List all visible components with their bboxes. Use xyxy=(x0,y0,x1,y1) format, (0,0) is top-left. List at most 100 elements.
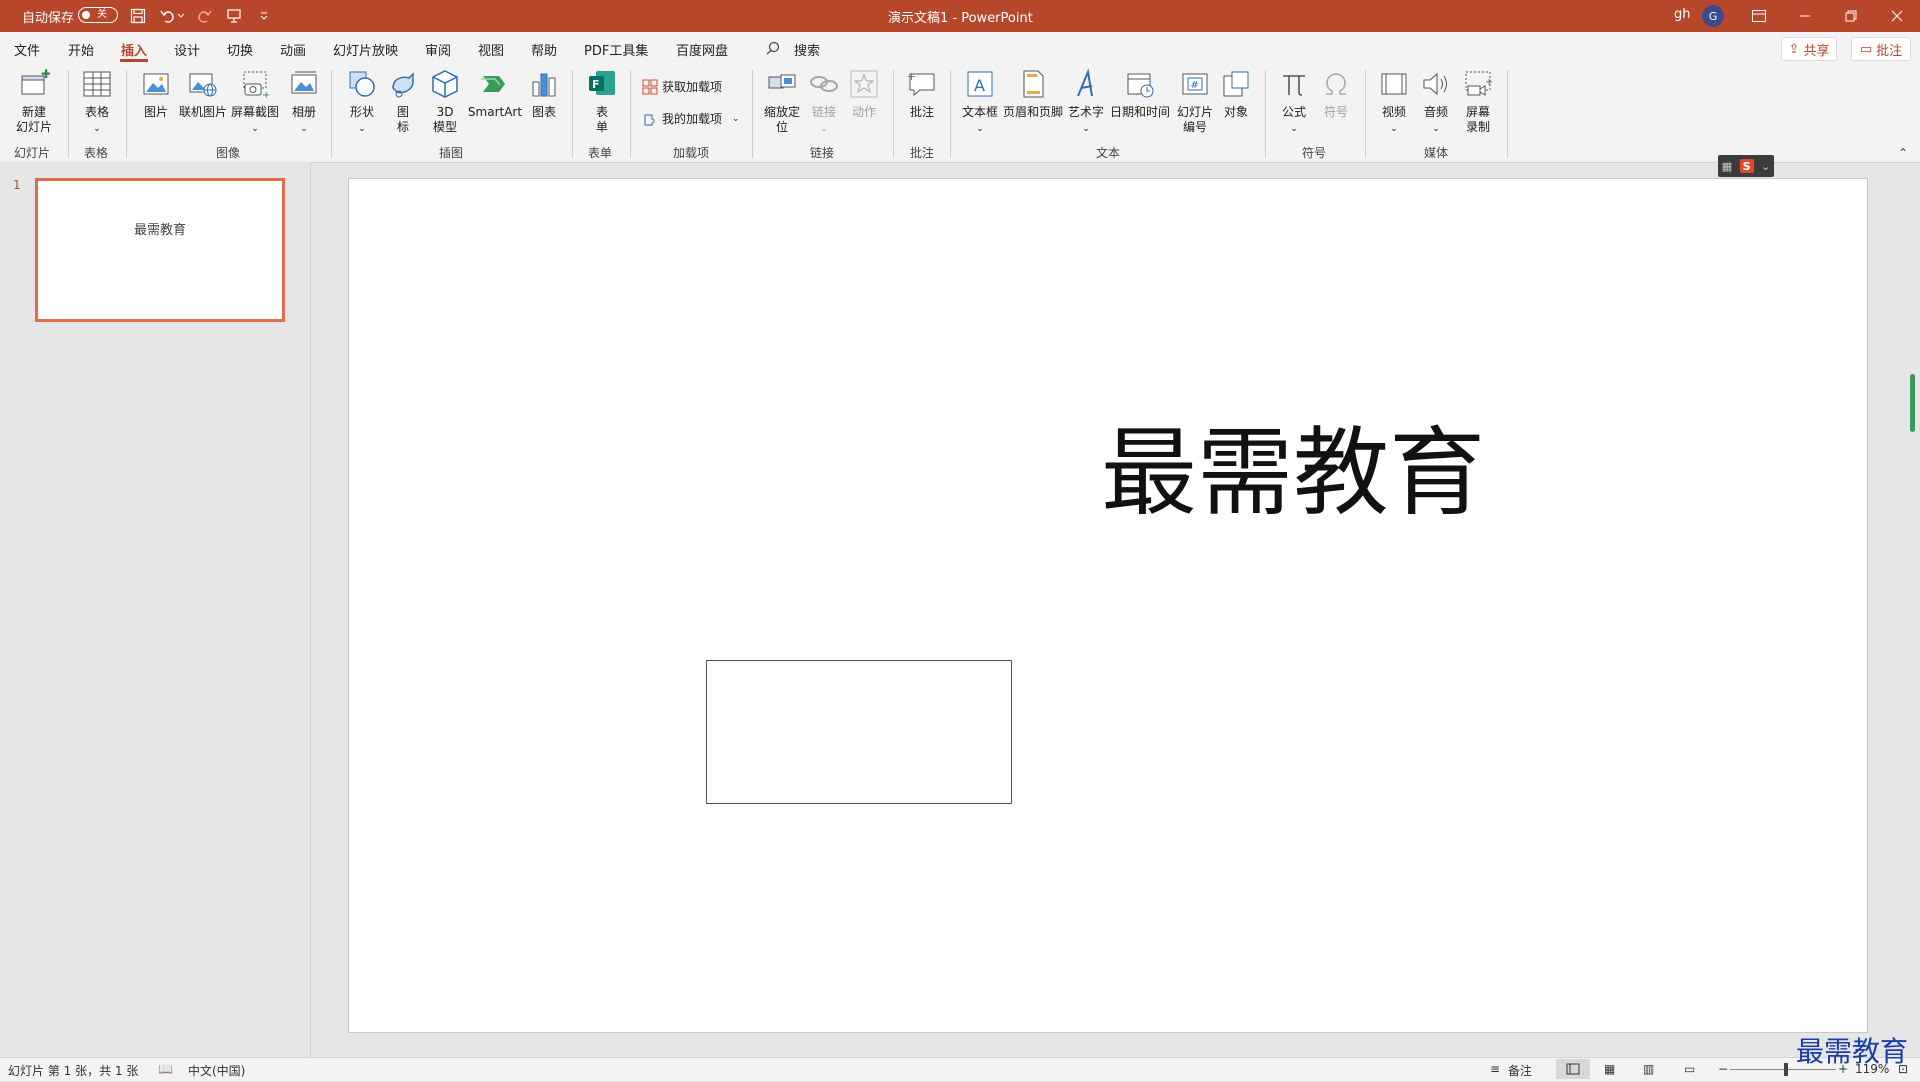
reading-view-icon[interactable]: ▥ xyxy=(1643,1062,1654,1076)
textbox-button[interactable]: A 文本框 ⌄ xyxy=(958,68,1002,137)
zoom-label: 缩放定 位 xyxy=(763,105,800,134)
document-title: 演示文稿1 - PowerPoint xyxy=(888,11,1033,26)
action-star-icon xyxy=(850,70,878,98)
undo-icon[interactable] xyxy=(158,6,178,26)
tab-home[interactable]: 开始 xyxy=(68,40,94,59)
link-button[interactable]: 链接 ⌄ xyxy=(806,68,842,137)
date-time-button[interactable]: 日期和时间 xyxy=(1108,68,1172,120)
object-button[interactable]: 对象 xyxy=(1218,68,1254,120)
header-footer-label: 页眉和页脚 xyxy=(1002,105,1063,119)
svg-text:#: # xyxy=(1191,80,1199,91)
ime-toolbar[interactable]: ▦ S ⌄ xyxy=(1718,155,1774,177)
comment-label: 批注 xyxy=(909,105,934,119)
equation-button[interactable]: 公式 ⌄ xyxy=(1276,68,1312,137)
undo-dropdown-icon[interactable] xyxy=(176,6,186,26)
chart-button[interactable]: 图表 xyxy=(526,68,562,120)
tab-baidu-netdisk[interactable]: 百度网盘 xyxy=(676,40,728,59)
zoom-out-icon[interactable]: − xyxy=(1718,1062,1728,1076)
comments-button[interactable]: ▭ 批注 xyxy=(1851,37,1911,61)
tab-file[interactable]: 文件 xyxy=(14,40,40,59)
header-footer-icon xyxy=(1023,70,1044,98)
grid-icon[interactable]: ▦ xyxy=(1722,160,1732,173)
3d-models-button[interactable]: 3D 模型 xyxy=(426,68,464,135)
online-picture-icon xyxy=(189,73,217,97)
photo-album-button[interactable]: 相册 ⌄ xyxy=(286,68,322,137)
tab-transitions[interactable]: 切换 xyxy=(227,40,253,59)
svg-text:+: + xyxy=(262,90,270,100)
action-button[interactable]: 动作 xyxy=(846,68,882,120)
picture-button[interactable]: 图片 xyxy=(138,68,174,120)
empty-textbox[interactable] xyxy=(706,660,1012,804)
table-button[interactable]: 表格 ⌄ xyxy=(76,68,118,137)
accessibility-icon[interactable]: 📖 xyxy=(158,1062,173,1076)
slide-number-button[interactable]: # 幻灯片 编号 xyxy=(1174,68,1216,135)
notes-button[interactable]: 备注 xyxy=(1508,1062,1532,1079)
slide-title[interactable]: 最需教育 xyxy=(349,395,1867,534)
group-label-symbols: 符号 xyxy=(1302,146,1327,160)
video-button[interactable]: 视频 ⌄ xyxy=(1376,68,1412,137)
search-icon[interactable] xyxy=(766,41,780,59)
group-label-comments: 批注 xyxy=(910,146,935,160)
screenshot-label: 屏幕截图 xyxy=(230,105,279,119)
restore-icon[interactable] xyxy=(1828,0,1874,32)
smartart-button[interactable]: SmartArt xyxy=(466,68,524,120)
close-icon[interactable] xyxy=(1874,0,1920,32)
autosave-toggle[interactable]: 关 xyxy=(78,7,118,23)
header-footer-button[interactable]: 页眉和页脚 xyxy=(1002,68,1064,120)
screen-recording-button[interactable]: + 屏幕 录制 xyxy=(1460,68,1496,135)
tab-help[interactable]: 帮助 xyxy=(531,40,557,59)
save-icon[interactable] xyxy=(128,6,148,26)
my-addins-button[interactable]: 我的加载项 ⌄ xyxy=(642,110,740,127)
vertical-scrollbar-thumb[interactable] xyxy=(1910,374,1915,432)
slideshow-view-icon[interactable]: ▭ xyxy=(1684,1062,1695,1076)
screenshot-button[interactable]: + 屏幕截图 ⌄ xyxy=(230,68,280,137)
shapes-dropdown-icon: ⌄ xyxy=(358,124,366,134)
ribbon-display-options-icon[interactable] xyxy=(1736,0,1782,32)
search-label[interactable]: 搜索 xyxy=(794,40,820,59)
collapse-ribbon-icon[interactable]: ⌃ xyxy=(1898,146,1908,160)
slide-sorter-view-icon[interactable]: ▦ xyxy=(1604,1062,1615,1076)
get-addins-button[interactable]: 获取加载项 xyxy=(642,78,722,95)
notes-icon[interactable]: ≡ xyxy=(1490,1062,1500,1076)
sogou-logo-icon[interactable]: S xyxy=(1739,159,1754,173)
slide-thumbnail-1[interactable]: 最需教育 xyxy=(35,178,285,322)
textbox-label: 文本框 xyxy=(961,105,998,119)
new-comment-button[interactable]: + 批注 xyxy=(904,68,940,120)
normal-view-button[interactable] xyxy=(1556,1059,1590,1079)
group-label-forms: 表单 xyxy=(588,146,613,160)
group-separator xyxy=(126,70,127,158)
tab-pdf-tools[interactable]: PDF工具集 xyxy=(584,40,648,59)
tab-design[interactable]: 设计 xyxy=(174,40,200,59)
tab-slideshow[interactable]: 幻灯片放映 xyxy=(333,40,398,59)
icons-button[interactable]: 图 标 xyxy=(386,68,420,135)
status-bar: 幻灯片 第 1 张，共 1 张 📖 中文(中国) ≡ 备注 ▦ ▥ ▭ − + … xyxy=(0,1057,1920,1081)
online-picture-button[interactable]: 联机图片 xyxy=(178,68,228,120)
wordart-button[interactable]: 艺术字 ⌄ xyxy=(1066,68,1106,137)
zoom-button[interactable]: 缩放定 位 xyxy=(762,68,802,135)
tab-animations[interactable]: 动画 xyxy=(280,40,306,59)
slide-canvas[interactable]: 最需教育 xyxy=(348,178,1868,1033)
redo-icon[interactable] xyxy=(194,6,214,26)
avatar[interactable]: G xyxy=(1702,5,1724,27)
share-button[interactable]: ⇪ 共享 xyxy=(1781,37,1837,61)
zoom-icon xyxy=(768,74,796,89)
new-slide-button[interactable]: ✚ 新建 幻灯片 xyxy=(6,67,62,135)
customize-qat-icon[interactable] xyxy=(254,6,274,26)
tab-insert[interactable]: 插入 xyxy=(121,40,147,59)
shapes-button[interactable]: 形状 ⌄ xyxy=(344,68,380,137)
screen-recording-label: 屏幕 录制 xyxy=(1465,105,1490,134)
start-slideshow-icon[interactable] xyxy=(224,6,244,26)
audio-dropdown-icon: ⌄ xyxy=(1432,124,1440,134)
screenshot-dropdown-icon: ⌄ xyxy=(251,124,259,134)
forms-button[interactable]: F 表 单 xyxy=(584,68,620,135)
ime-dropdown-icon[interactable]: ⌄ xyxy=(1761,160,1770,173)
minimize-icon[interactable] xyxy=(1782,0,1828,32)
tab-review[interactable]: 审阅 xyxy=(425,40,451,59)
zoom-slider-thumb[interactable] xyxy=(1784,1063,1789,1076)
tab-view[interactable]: 视图 xyxy=(478,40,504,59)
language-status[interactable]: 中文(中国) xyxy=(188,1062,245,1079)
audio-button[interactable]: 音频 ⌄ xyxy=(1418,68,1454,137)
normal-view-icon xyxy=(1566,1063,1580,1075)
symbol-button[interactable]: 符号 xyxy=(1318,68,1354,120)
screenshot-icon: + xyxy=(243,71,270,101)
